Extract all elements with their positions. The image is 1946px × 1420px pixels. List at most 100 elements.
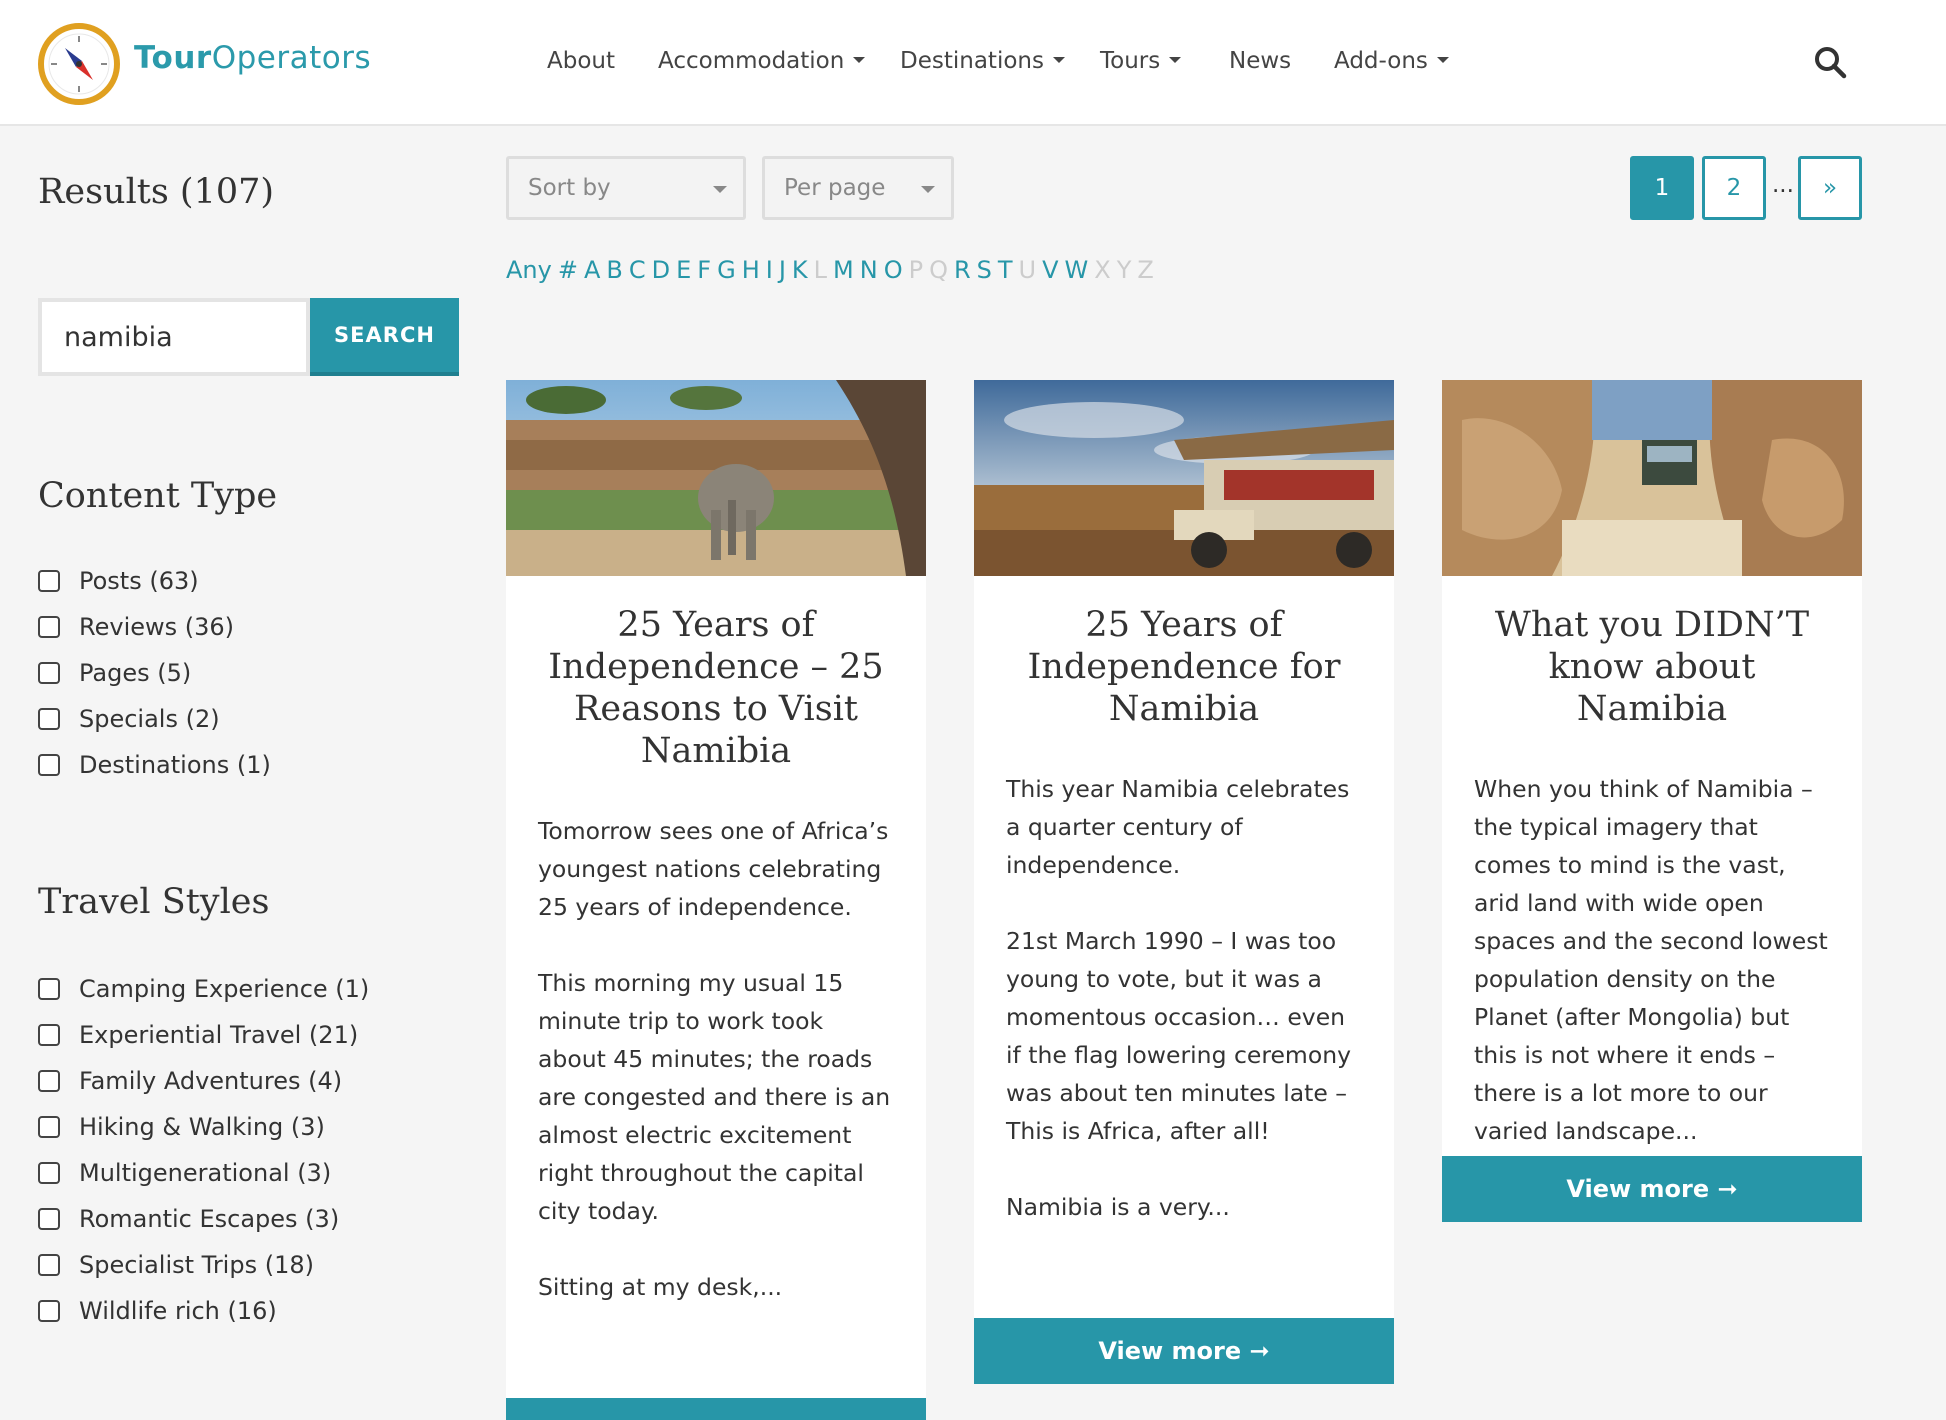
alphabet-filter: Any # A B C D E F G H I J K L M N O P Q R S T U V W X Y Z (506, 256, 1160, 284)
page-1-button[interactable]: 1 (1630, 156, 1694, 220)
view-more-button[interactable]: View more ➞ (974, 1318, 1394, 1384)
nav-accommodation[interactable]: Accommodation (658, 48, 866, 74)
alphabet-letter-p: P (908, 256, 924, 284)
alphabet-letter-d[interactable]: D (652, 256, 670, 284)
checkbox[interactable] (38, 1254, 60, 1276)
alphabet-letter-g[interactable]: G (717, 256, 736, 284)
caret-down-icon (1052, 56, 1065, 63)
content-type-option[interactable]: Posts (63) (38, 558, 271, 604)
alphabet-letter-hash[interactable]: # (558, 256, 578, 284)
alphabet-letter-x: X (1094, 256, 1111, 284)
card-title[interactable]: 25 Years of Independence – 25 Reasons to… (506, 576, 926, 772)
excerpt-paragraph: Namibia is a very... (1006, 1193, 1230, 1221)
checkbox[interactable] (38, 1116, 60, 1138)
results-count-title: Results (107) (38, 172, 275, 212)
checkbox[interactable] (38, 1300, 60, 1322)
chevron-down-icon (921, 186, 935, 193)
checkbox[interactable] (38, 570, 60, 592)
page-2-button[interactable]: 2 (1702, 156, 1766, 220)
nav-news[interactable]: News (1229, 48, 1291, 74)
sort-by-select[interactable]: Sort by (506, 156, 746, 220)
alphabet-letter-u: U (1018, 256, 1037, 284)
travel-style-option[interactable]: Romantic Escapes (3) (38, 1196, 369, 1242)
article-card: 25 Years of Independence for Namibia Thi… (974, 380, 1394, 1384)
alphabet-letter-b[interactable]: B (606, 256, 622, 284)
alphabet-letter-n[interactable]: N (860, 256, 878, 284)
travel-style-option[interactable]: Experiential Travel (21) (38, 1012, 369, 1058)
option-label: Romantic Escapes (3) (79, 1205, 340, 1233)
content-type-option[interactable]: Specials (2) (38, 696, 271, 742)
next-page-button[interactable]: » (1798, 156, 1862, 220)
excerpt-paragraph: This year Namibia celebrates a quarter c… (1006, 775, 1350, 879)
checkbox[interactable] (38, 978, 60, 1000)
alphabet-letter-c[interactable]: C (629, 256, 646, 284)
alphabet-letter-h[interactable]: H (742, 256, 760, 284)
alphabet-letter-v[interactable]: V (1042, 256, 1058, 284)
card-title[interactable]: 25 Years of Independence for Namibia (974, 576, 1394, 730)
checkbox[interactable] (38, 616, 60, 638)
option-label: Multigenerational (3) (79, 1159, 332, 1187)
compass-logo-icon[interactable] (37, 22, 121, 106)
alphabet-letter-t[interactable]: T (998, 256, 1013, 284)
nav-add-ons[interactable]: Add-ons (1334, 48, 1449, 74)
alphabet-letter-e[interactable]: E (676, 256, 691, 284)
nav-label: Destinations (900, 48, 1044, 74)
checkbox[interactable] (38, 1070, 60, 1092)
nav-destinations[interactable]: Destinations (900, 48, 1065, 74)
content-type-option[interactable]: Destinations (1) (38, 742, 271, 788)
option-label: Hiking & Walking (3) (79, 1113, 325, 1141)
alphabet-letter-r[interactable]: R (954, 256, 971, 284)
checkbox[interactable] (38, 1162, 60, 1184)
alphabet-letter-f[interactable]: F (697, 256, 711, 284)
excerpt-paragraph: 21st March 1990 – I was too young to vot… (1006, 927, 1352, 1145)
travel-style-option[interactable]: Hiking & Walking (3) (38, 1104, 369, 1150)
search-icon[interactable] (1812, 44, 1848, 80)
brand-name[interactable]: TourOperators (134, 40, 371, 76)
rocks-landrover-photo[interactable] (1442, 380, 1862, 576)
alphabet-letter-a[interactable]: A (584, 256, 600, 284)
nav-tours[interactable]: Tours (1100, 48, 1182, 74)
view-more-button[interactable]: View more ➞ (1442, 1156, 1862, 1222)
alphabet-letter-z: Z (1137, 256, 1154, 284)
travel-style-option[interactable]: Multigenerational (3) (38, 1150, 369, 1196)
excerpt-paragraph: Tomorrow sees one of Africa’s youngest n… (538, 817, 889, 921)
excerpt-paragraph: This morning my usual 15 minute trip to … (538, 969, 891, 1225)
content-type-option[interactable]: Pages (5) (38, 650, 271, 696)
checkbox[interactable] (38, 1024, 60, 1046)
view-more-button[interactable]: View more ➞ (506, 1398, 926, 1420)
article-card: What you DIDN’T know about Namibia When … (1442, 380, 1862, 1222)
per-page-select[interactable]: Per page (762, 156, 954, 220)
card-excerpt: Tomorrow sees one of Africa’s youngest n… (506, 812, 926, 1306)
checkbox[interactable] (38, 662, 60, 684)
checkbox[interactable] (38, 708, 60, 730)
checkbox[interactable] (38, 1208, 60, 1230)
travel-style-option[interactable]: Specialist Trips (18) (38, 1242, 369, 1288)
excerpt-paragraph: Sitting at my desk,... (538, 1273, 783, 1301)
alphabet-letter-j[interactable]: J (779, 256, 786, 284)
card-title[interactable]: What you DIDN’T know about Namibia (1442, 576, 1862, 730)
alphabet-letter-s[interactable]: S (977, 256, 992, 284)
caret-down-icon (853, 56, 866, 63)
option-label: Pages (5) (79, 659, 192, 687)
pagination-ellipsis: ... (1772, 172, 1794, 198)
travel-style-option[interactable]: Family Adventures (4) (38, 1058, 369, 1104)
content-type-option[interactable]: Reviews (36) (38, 604, 271, 650)
alphabet-letter-m[interactable]: M (833, 256, 854, 284)
travel-style-option[interactable]: Wildlife rich (16) (38, 1288, 369, 1334)
alphabet-letter-o[interactable]: O (884, 256, 903, 284)
elephant-safari-photo[interactable] (506, 380, 926, 576)
alphabet-letter-i[interactable]: I (766, 256, 773, 284)
checkbox[interactable] (38, 754, 60, 776)
search-input[interactable] (38, 298, 310, 376)
caret-down-icon (1169, 56, 1182, 63)
alphabet-letter-any[interactable]: Any (506, 256, 552, 284)
safari-vehicle-photo[interactable] (974, 380, 1394, 576)
alphabet-letter-w[interactable]: W (1065, 256, 1089, 284)
site-header: TourOperators About Accommodation Destin… (0, 0, 1946, 126)
option-label: Reviews (36) (79, 613, 235, 641)
nav-about[interactable]: About (547, 48, 615, 74)
alphabet-letter-k[interactable]: K (792, 256, 808, 284)
travel-style-option[interactable]: Camping Experience (1) (38, 966, 369, 1012)
search-button[interactable]: SEARCH (310, 298, 459, 376)
content-type-title: Content Type (38, 476, 278, 516)
